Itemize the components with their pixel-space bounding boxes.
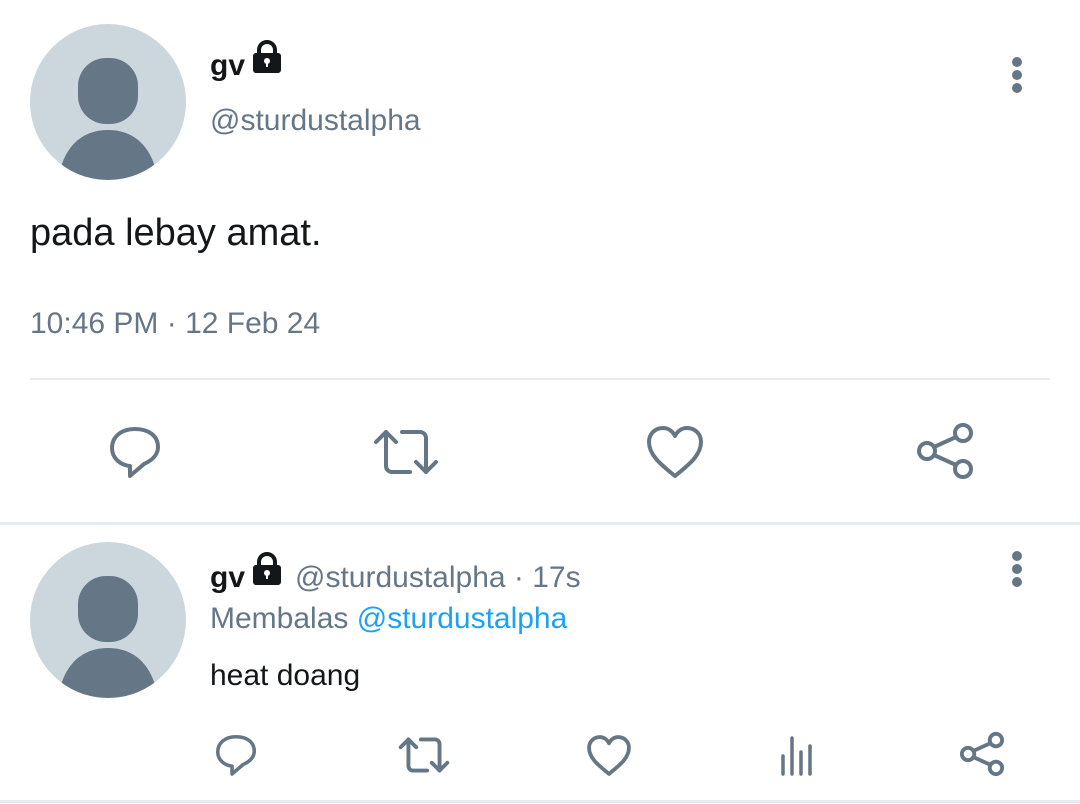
author-name-row: gv @sturdustalpha · 17s <box>210 552 581 597</box>
share-button[interactable] <box>956 728 1008 780</box>
share-icon <box>917 423 973 479</box>
reply-icon <box>110 427 160 478</box>
replying-to-line: Membalas @sturdustalpha <box>210 602 567 636</box>
like-button[interactable] <box>584 730 634 780</box>
divider <box>30 378 1050 380</box>
lock-icon <box>251 552 283 591</box>
analytics-icon <box>781 736 812 776</box>
like-icon <box>587 734 631 776</box>
section-divider <box>0 522 1080 525</box>
retweet-icon <box>398 737 450 773</box>
retweet-icon <box>374 430 438 474</box>
reply-button[interactable] <box>100 420 170 484</box>
analytics-button[interactable] <box>772 730 822 780</box>
reply-icon <box>215 734 257 776</box>
default-profile-icon <box>58 576 158 698</box>
handle-timestamp[interactable]: @sturdustalpha · 17s <box>295 561 581 595</box>
display-name[interactable]: gv <box>210 49 245 83</box>
like-icon <box>647 426 703 478</box>
author-name-row: gv <box>210 40 283 85</box>
tweet-text: heat doang <box>210 659 361 692</box>
tweet-text: pada lebay amat. <box>30 212 322 254</box>
more-options-icon[interactable] <box>1006 56 1028 101</box>
tweet-timestamp[interactable]: 10:46 PM · 12 Feb 24 <box>30 307 320 341</box>
replying-mention-link[interactable]: @sturdustalpha <box>357 602 568 635</box>
reply-button[interactable] <box>210 730 262 780</box>
replying-label: Membalas <box>210 602 349 635</box>
share-icon <box>959 731 1005 777</box>
avatar[interactable] <box>30 24 186 180</box>
retweet-button[interactable] <box>394 730 454 780</box>
avatar[interactable] <box>30 542 186 698</box>
section-divider <box>0 800 1080 803</box>
retweet-button[interactable] <box>368 420 444 484</box>
like-button[interactable] <box>642 420 708 484</box>
more-options-icon[interactable] <box>1006 550 1028 595</box>
lock-icon <box>251 40 283 79</box>
display-name[interactable]: gv <box>210 561 245 595</box>
default-profile-icon <box>58 58 158 180</box>
handle[interactable]: @sturdustalpha <box>210 104 421 138</box>
share-button[interactable] <box>912 418 978 484</box>
